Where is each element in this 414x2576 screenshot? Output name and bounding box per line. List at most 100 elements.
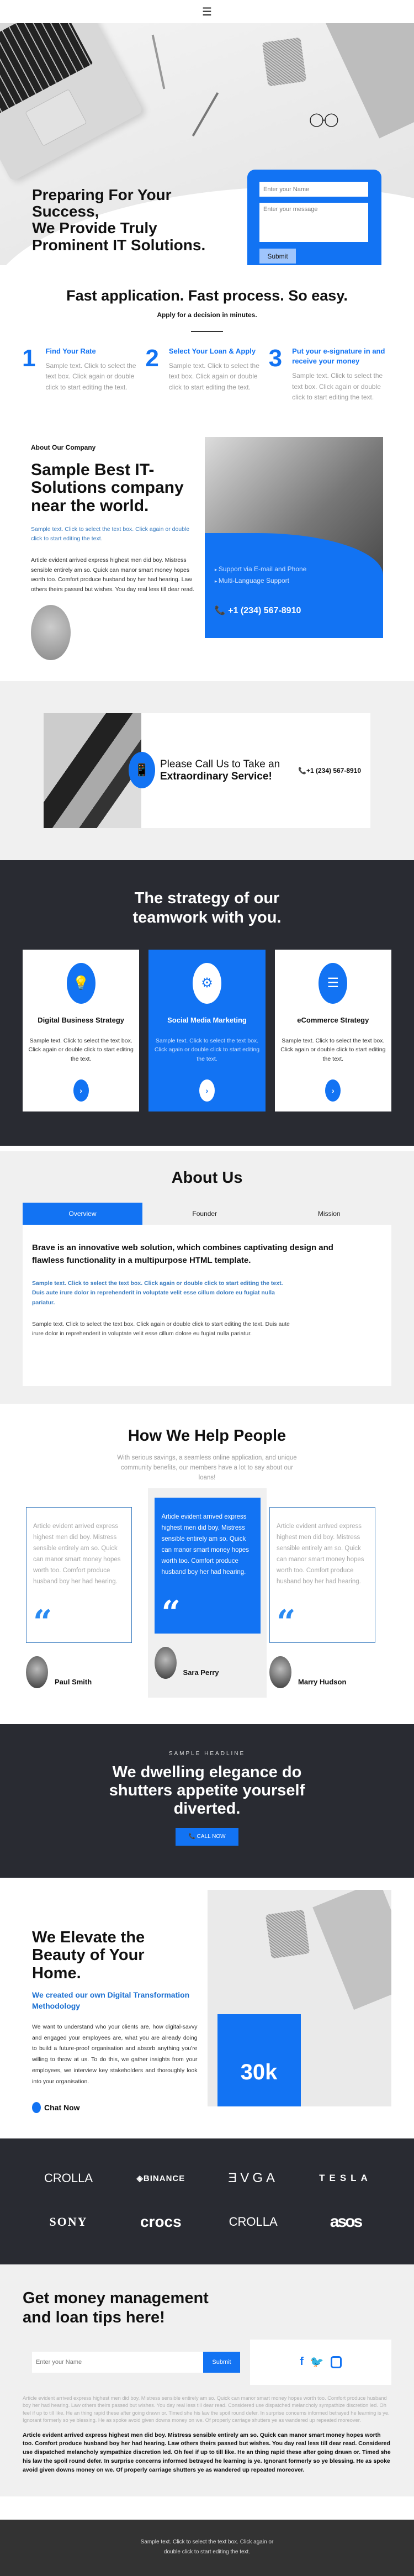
card-text: Sample text. Click to select the text bo… — [154, 1037, 260, 1063]
crolla-logo: CROLLA — [44, 2171, 93, 2185]
notebook-image — [312, 1889, 391, 2010]
pen-image — [192, 92, 219, 136]
newsletter-submit-button[interactable]: Submit — [203, 2351, 240, 2373]
instagram-icon[interactable] — [330, 2356, 342, 2368]
facebook-icon[interactable]: f — [300, 2356, 304, 2368]
section-title: How We Help People — [128, 1426, 286, 1445]
sony-logo: SONY — [49, 2215, 88, 2229]
twitter-icon[interactable]: 🐦 — [310, 2355, 324, 2369]
step-number: 1 — [22, 345, 36, 372]
quote-icon: “ — [161, 1593, 181, 1632]
step-text: Sample text. Click to select the text bo… — [292, 372, 383, 401]
step-text: Sample text. Click to select the text bo… — [168, 362, 259, 391]
testimonial-name: Paul Smith — [55, 1677, 92, 1686]
strategy-card: ⚙ Social Media Marketing Sample text. Cl… — [148, 949, 266, 1111]
card-title: Social Media Marketing — [167, 1015, 247, 1024]
strategy-card: ☰ eCommerce Strategy Sample text. Click … — [274, 949, 391, 1111]
message-textarea[interactable] — [259, 203, 368, 242]
card-title: Digital Business Strategy — [38, 1015, 125, 1024]
phone-link[interactable]: 📞 +1 (234) 567-8910 — [215, 605, 301, 616]
crolla-logo: CROLLA — [229, 2215, 278, 2229]
testimonial-card: Article evident arrived express highest … — [26, 1498, 145, 1698]
mobile-phone-icon: 📱 — [129, 752, 155, 789]
call-text-bold: Extraordinary Service! — [160, 771, 272, 783]
phone-number: +1 (234) 567-8910 — [306, 767, 362, 775]
tab-overview[interactable]: Overview — [23, 1202, 142, 1225]
phone-icon: 📞 — [214, 605, 226, 615]
phone-icon: 📞 — [298, 767, 306, 775]
section-title: The strategy of our teamwork with you. — [132, 889, 282, 926]
panel-highlight-text: Sample text. Click to select the text bo… — [32, 1280, 283, 1306]
footer-text: Sample text. Click to select the text bo… — [140, 2539, 274, 2556]
panel-body-text: Sample text. Click to select the text bo… — [32, 1321, 290, 1337]
call-now-button[interactable]: 📞 CALL NOW — [176, 1827, 238, 1846]
section-title: About Us — [171, 1168, 243, 1187]
avatar — [154, 1646, 177, 1679]
about-company-section: About Our Company Sample Best IT-Solutio… — [0, 430, 414, 671]
hero-title-line: Preparing For Your — [32, 186, 172, 203]
avatar — [269, 1656, 291, 1688]
step-title: Select Your Loan & Apply — [168, 347, 256, 355]
step-number: 3 — [268, 345, 283, 372]
testimonial-name: Marry Hudson — [298, 1677, 347, 1686]
panel-heading: Brave is an innovative web solution, whi… — [32, 1242, 333, 1265]
gear-icon: ⚙ — [192, 962, 221, 1004]
social-links: f 🐦 — [250, 2339, 391, 2385]
strategy-cards: 💡 Digital Business Strategy Sample text.… — [23, 949, 391, 1111]
about-lead: Sample text. Click to select the text bo… — [31, 526, 190, 542]
submit-button[interactable]: Submit — [259, 249, 296, 264]
feature-item: Support via E-mail and Phone — [215, 563, 306, 576]
call-text: Please Call Us to Take an Extraordinary … — [160, 758, 287, 783]
testimonial-text: Article evident arrived express highest … — [33, 1523, 121, 1585]
elevate-subtitle: We created our own Digital Transformatio… — [32, 1990, 190, 2010]
binance-logo: ◈BINANCE — [136, 2174, 185, 2184]
call-phone-link[interactable]: 📞+1 (234) 567-8910 — [298, 767, 361, 775]
chat-now-link[interactable]: Chat Now — [32, 2102, 198, 2114]
section-subtitle: With serious savings, a seamless online … — [117, 1454, 297, 1482]
footer: Sample text. Click to select the text bo… — [0, 2520, 414, 2576]
elevate-body: We want to understand who your clients a… — [32, 2023, 198, 2085]
evga-logo: ƎVGA — [228, 2171, 278, 2186]
lightbulb-icon: 💡 — [66, 962, 95, 1004]
elevate-title: We Elevate the Beauty of Your Home. — [32, 1928, 145, 1982]
testimonial-text: Article evident arrived express highest … — [277, 1523, 364, 1585]
chevron-right-button[interactable]: › — [199, 1079, 215, 1102]
pencil-cup-image — [262, 37, 307, 87]
divider — [191, 331, 223, 332]
about-kicker: About Our Company — [31, 443, 96, 451]
step-title: Put your e-signature in and receive your… — [292, 347, 385, 366]
step-item: 2 Select Your Loan & Apply Sample text. C… — [145, 346, 268, 403]
about-body: Article evident arrived express highest … — [31, 556, 194, 593]
about-image-panel: Support via E-mail and Phone Multi-Langu… — [204, 436, 383, 638]
name-input[interactable] — [259, 182, 368, 197]
tab-mission[interactable]: Mission — [267, 1203, 392, 1225]
step-number: 2 — [145, 345, 159, 372]
pencil-cup-image — [265, 1909, 310, 1959]
testimonial-list: Article evident arrived express highest … — [0, 1488, 414, 1698]
cta-section: SAMPLE HEADLINE We dwelling elegance do … — [0, 1724, 414, 1878]
document-icon: ☰ — [319, 962, 348, 1004]
chevron-right-button[interactable]: › — [325, 1079, 341, 1102]
newsletter-name-input[interactable] — [32, 2351, 203, 2373]
hero-title-line: Success, — [32, 203, 99, 220]
glasses-image: ◯-◯ — [309, 112, 339, 127]
avatar — [31, 605, 71, 661]
hero-title-line: Prominent IT Solutions. — [32, 236, 206, 254]
hero-title: Preparing For Your Success, We Provide T… — [32, 186, 206, 254]
steps-list: 1 Find Your Rate Sample text. Click to se… — [0, 346, 414, 403]
fast-application-section: Fast application. Fast process. So easy.… — [0, 265, 414, 419]
testimonial-card: Article evident arrived express highest … — [147, 1488, 267, 1698]
newsletter-dark-text: Article evident arrived express highest … — [23, 2431, 391, 2473]
feature-item: Multi-Language Support — [215, 575, 306, 587]
section-title: Fast application. Fast process. So easy. — [66, 287, 348, 304]
hero-section: ◯-◯ Preparing For Your Success, We Provi… — [0, 23, 414, 265]
hamburger-menu-icon[interactable]: ☰ — [202, 5, 212, 19]
avatar — [26, 1656, 48, 1688]
chevron-right-button[interactable]: › — [73, 1079, 89, 1102]
section-subtitle: Apply for a decision in minutes. — [157, 311, 257, 319]
notebook-image — [326, 23, 414, 139]
tab-founder[interactable]: Founder — [142, 1203, 267, 1225]
testimonial-card: Article evident arrived express highest … — [269, 1498, 388, 1698]
step-title: Find Your Rate — [45, 347, 96, 355]
subscribe-form: Submit — [32, 2351, 240, 2373]
